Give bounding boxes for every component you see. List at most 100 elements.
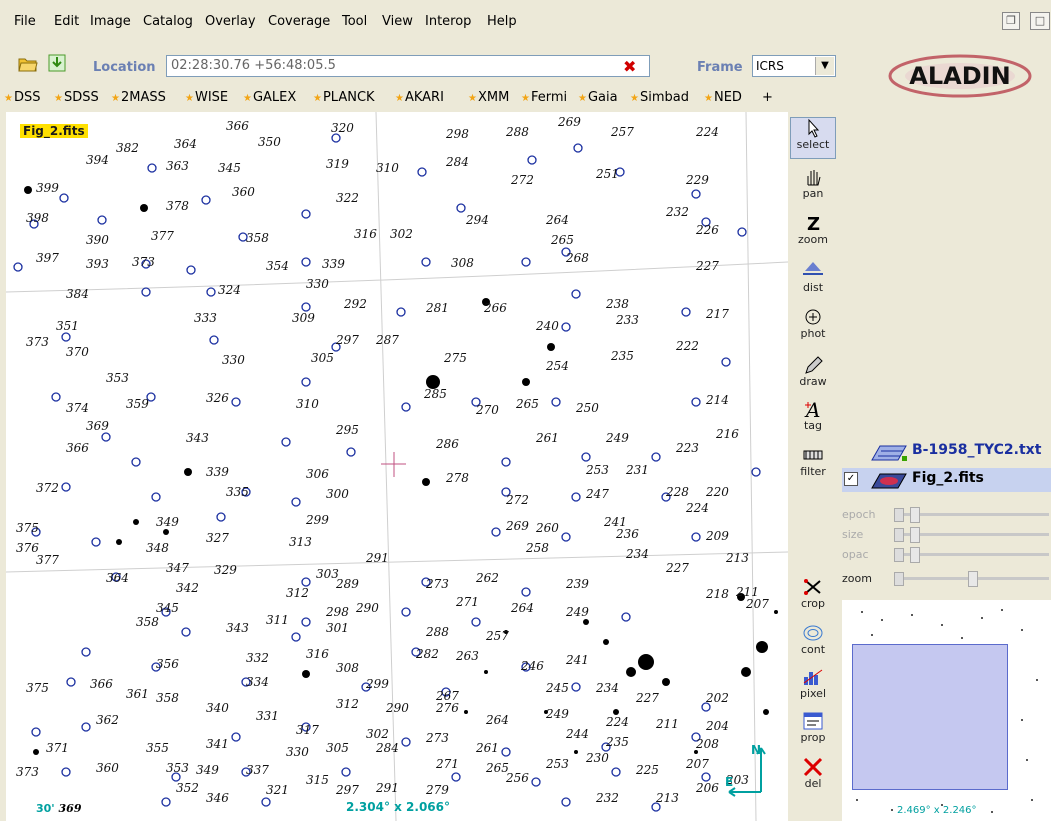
- svg-text:308: 308: [451, 256, 474, 270]
- tool-crop[interactable]: crop: [790, 577, 836, 610]
- tool-pixel[interactable]: pixel: [790, 667, 836, 700]
- opac-track[interactable]: [904, 553, 1049, 556]
- survey-dss[interactable]: ★DSS: [4, 90, 40, 105]
- svg-text:281: 281: [425, 301, 449, 315]
- svg-text:270: 270: [475, 403, 499, 417]
- tool-phot[interactable]: phot: [790, 307, 836, 340]
- star-icon: ★: [4, 93, 13, 104]
- svg-text:327: 327: [206, 531, 229, 545]
- plane-image[interactable]: ✓ Fig_2.fits: [842, 468, 1051, 492]
- tool-draw[interactable]: draw: [790, 355, 836, 388]
- add-survey-button[interactable]: +: [762, 90, 773, 105]
- zoom-navigator[interactable]: 2.469° x 2.246°: [842, 600, 1051, 821]
- tool-pan[interactable]: pan: [790, 167, 836, 200]
- survey-akari[interactable]: ★AKARI: [395, 90, 444, 105]
- navigator-viewport[interactable]: [852, 644, 1008, 790]
- opac-decrement[interactable]: [894, 548, 904, 562]
- menu-bar: File Edit Image Catalog Overlay Coverage…: [0, 0, 1051, 40]
- survey-gaia[interactable]: ★Gaia: [578, 90, 618, 105]
- svg-text:216: 216: [715, 427, 739, 441]
- svg-text:232: 232: [595, 791, 619, 805]
- menu-image[interactable]: Image: [90, 14, 131, 29]
- star-icon: ★: [521, 93, 530, 104]
- menu-file[interactable]: File: [14, 14, 36, 29]
- size-track[interactable]: [904, 533, 1049, 536]
- tool-del[interactable]: del: [790, 757, 836, 790]
- survey-fermi[interactable]: ★Fermi: [521, 90, 567, 105]
- svg-text:362: 362: [96, 713, 119, 727]
- tool-zoom[interactable]: Z zoom: [790, 213, 836, 246]
- svg-text:206: 206: [695, 781, 719, 795]
- clear-location-icon[interactable]: ✖: [623, 57, 636, 76]
- survey-wise[interactable]: ★WISE: [185, 90, 228, 105]
- epoch-knob[interactable]: [910, 507, 920, 523]
- svg-text:268: 268: [565, 251, 589, 265]
- opac-knob[interactable]: [910, 547, 920, 563]
- frame-select[interactable]: ICRS ▼: [752, 55, 836, 77]
- menu-help[interactable]: Help: [487, 14, 517, 29]
- location-input[interactable]: 02:28:30.76 +56:48:05.5: [166, 55, 650, 77]
- epoch-decrement[interactable]: [894, 508, 904, 522]
- svg-text:234: 234: [595, 681, 619, 695]
- menu-view[interactable]: View: [382, 14, 413, 29]
- svg-text:311: 311: [266, 613, 289, 627]
- plane-visible-checkbox[interactable]: ✓: [844, 472, 858, 486]
- survey-simbad[interactable]: ★Simbad: [630, 90, 689, 105]
- zoom-decrement[interactable]: [894, 572, 904, 586]
- survey-galex[interactable]: ★GALEX: [243, 90, 296, 105]
- menu-edit[interactable]: Edit: [54, 14, 79, 29]
- menu-coverage[interactable]: Coverage: [268, 14, 330, 29]
- maximize-window-icon[interactable]: □: [1030, 12, 1050, 30]
- opacity-slider[interactable]: opac: [842, 546, 1051, 564]
- survey-ned[interactable]: ★NED: [704, 90, 742, 105]
- aladin-logo: ALADIN: [888, 54, 1032, 98]
- size-decrement[interactable]: [894, 528, 904, 542]
- restore-window-icon[interactable]: ❐: [1002, 12, 1020, 30]
- image-view[interactable]: 399 394 382 364 366 350 320 298 288 269 257 224 …: [6, 112, 788, 821]
- svg-text:265: 265: [515, 397, 539, 411]
- opac-label: opac: [842, 548, 869, 561]
- menu-overlay[interactable]: Overlay: [205, 14, 256, 29]
- filter-icon: [803, 450, 823, 460]
- star-icon: ★: [578, 93, 587, 104]
- open-folder-icon[interactable]: [18, 56, 38, 72]
- epoch-slider[interactable]: epoch: [842, 506, 1051, 524]
- svg-text:261: 261: [535, 431, 559, 445]
- menu-interop[interactable]: Interop: [425, 14, 471, 29]
- svg-text:290: 290: [355, 601, 379, 615]
- menu-catalog[interactable]: Catalog: [143, 14, 193, 29]
- plane-catalog[interactable]: B-1958_TYC2.txt: [842, 440, 1051, 464]
- svg-text:257: 257: [610, 125, 634, 139]
- chevron-down-icon[interactable]: ▼: [815, 57, 834, 75]
- survey-planck[interactable]: ★PLANCK: [313, 90, 375, 105]
- sky-image[interactable]: 399394382 364366350 320 298 288 269257 224 …: [6, 112, 788, 821]
- size-knob[interactable]: [910, 527, 920, 543]
- svg-text:330: 330: [286, 745, 309, 759]
- tool-filter[interactable]: filter: [790, 445, 836, 478]
- svg-text:348: 348: [146, 541, 169, 555]
- svg-text:350: 350: [258, 135, 281, 149]
- svg-text:302: 302: [366, 727, 389, 741]
- tool-prop[interactable]: prop: [790, 711, 836, 744]
- zoom-knob[interactable]: [968, 571, 978, 587]
- tool-dist[interactable]: dist: [790, 261, 836, 294]
- tool-draw-label: draw: [799, 375, 827, 388]
- survey-sdss[interactable]: ★SDSS: [54, 90, 99, 105]
- svg-text:312: 312: [286, 586, 309, 600]
- zoom-slider[interactable]: zoom: [842, 570, 1051, 588]
- menu-tool[interactable]: Tool: [342, 14, 367, 29]
- load-arrow-icon[interactable]: [48, 54, 66, 72]
- plane-sliders: epoch size opac zoom: [842, 500, 1051, 600]
- tool-cont[interactable]: cont: [790, 623, 836, 656]
- size-slider[interactable]: size: [842, 526, 1051, 544]
- tool-select[interactable]: select: [790, 117, 836, 159]
- tool-tag[interactable]: A tag: [790, 399, 836, 432]
- survey-2mass[interactable]: ★2MASS: [111, 90, 166, 105]
- svg-text:224: 224: [605, 715, 629, 729]
- svg-text:316: 316: [306, 647, 329, 661]
- svg-text:360: 360: [96, 761, 119, 775]
- survey-xmm[interactable]: ★XMM: [468, 90, 509, 105]
- svg-text:233: 233: [615, 313, 639, 327]
- epoch-track[interactable]: [904, 513, 1049, 516]
- svg-text:284: 284: [445, 155, 469, 169]
